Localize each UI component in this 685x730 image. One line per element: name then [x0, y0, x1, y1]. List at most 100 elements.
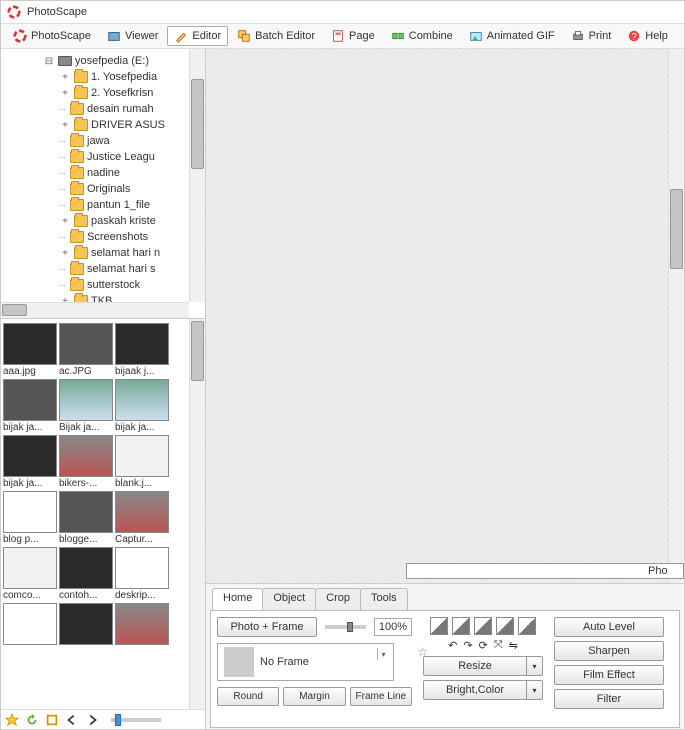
thumbnail-label: bikers-... — [59, 477, 113, 489]
tab-combine[interactable]: Combine — [384, 26, 460, 46]
thumb-size-slider[interactable] — [111, 718, 161, 722]
favorite-icon[interactable]: ☆ — [417, 645, 428, 659]
tab-viewer[interactable]: Viewer — [100, 26, 165, 46]
bright-color-button[interactable]: Bright,Color▾ — [423, 680, 543, 700]
thumbnail[interactable]: blog p... — [3, 491, 57, 545]
expand-icon[interactable]: + — [59, 120, 71, 131]
gif-icon — [469, 29, 483, 43]
tree-vscrollbar[interactable] — [189, 49, 205, 302]
editor-canvas[interactable]: Pho — [206, 49, 684, 584]
tree-item[interactable]: Justice Leagu — [87, 151, 155, 163]
expand-icon[interactable]: + — [59, 88, 71, 99]
tree-item[interactable]: jawa — [87, 135, 110, 147]
tab-animated-gif[interactable]: Animated GIF — [462, 26, 562, 46]
tab-page[interactable]: Page — [324, 26, 382, 46]
tab-help[interactable]: ?Help — [620, 26, 675, 46]
thumbnail[interactable]: comco... — [3, 547, 57, 601]
tree-item[interactable]: 1. Yosefpedia — [91, 71, 157, 83]
tree-item[interactable]: selamat hari n — [91, 247, 160, 259]
effect-icon[interactable] — [474, 617, 492, 635]
collapse-icon[interactable]: ⊟ — [43, 56, 55, 67]
undo-icon[interactable]: ↶ — [448, 639, 457, 652]
thumbnail[interactable]: deskrip... — [115, 547, 169, 601]
canvas-vscrollbar[interactable] — [668, 49, 684, 583]
viewer-icon — [107, 29, 121, 43]
expand-icon[interactable]: + — [59, 72, 71, 83]
tree-item[interactable]: desain rumah — [87, 103, 154, 115]
refresh-icon[interactable] — [45, 713, 59, 727]
thumbnail-label — [59, 645, 113, 646]
redo-icon[interactable]: ↷ — [463, 639, 472, 652]
tree-item[interactable]: sutterstock — [87, 279, 140, 291]
folder-icon — [70, 183, 84, 195]
expand-icon[interactable]: + — [59, 216, 71, 227]
thumbnail[interactable] — [3, 603, 57, 646]
effect-icon[interactable] — [430, 617, 448, 635]
tree-item[interactable]: DRIVER ASUS — [91, 119, 165, 131]
thumbnail[interactable]: bijak ja... — [115, 379, 169, 433]
thumbnail[interactable]: bijak ja... — [3, 379, 57, 433]
thumbnail-label — [115, 645, 169, 646]
flip-icon[interactable]: ⤧ — [494, 639, 503, 652]
chevron-down-icon[interactable]: ▾ — [377, 648, 389, 660]
thumbnail[interactable]: blogge... — [59, 491, 113, 545]
tree-item[interactable]: Screenshots — [87, 231, 148, 243]
app-icon — [13, 29, 27, 43]
panel-tab-tools[interactable]: Tools — [360, 588, 408, 610]
tree-item[interactable]: paskah kriste — [91, 215, 156, 227]
tab-photoscape[interactable]: PhotoScape — [6, 26, 98, 46]
tab-batch-editor[interactable]: Batch Editor — [230, 26, 322, 46]
effect-icon[interactable] — [452, 617, 470, 635]
zoom-slider[interactable] — [325, 625, 366, 629]
frame-selector[interactable]: No Frame ▾ — [217, 643, 394, 681]
thumbnail[interactable]: Captur... — [115, 491, 169, 545]
filter-button[interactable]: Filter — [554, 689, 664, 709]
round-button[interactable]: Round — [217, 687, 279, 706]
tree-item[interactable]: pantun 1_file — [87, 199, 150, 211]
resize-button[interactable]: Resize▾ — [423, 656, 543, 676]
expand-icon[interactable]: + — [59, 248, 71, 259]
thumbnail[interactable] — [115, 603, 169, 646]
tab-print[interactable]: Print — [564, 26, 619, 46]
margin-button[interactable]: Margin — [283, 687, 345, 706]
thumbnail[interactable]: bijaak j... — [115, 323, 169, 377]
zoom-value[interactable]: 100% — [374, 618, 412, 636]
panel-tab-home[interactable]: Home — [212, 588, 263, 610]
mirror-icon[interactable]: ⇋ — [509, 639, 518, 652]
tree-hscrollbar[interactable] — [1, 302, 189, 318]
thumbnail[interactable]: Bijak ja... — [59, 379, 113, 433]
effect-icon[interactable] — [496, 617, 514, 635]
tree-item[interactable]: nadine — [87, 167, 120, 179]
chevron-down-icon[interactable]: ▾ — [527, 656, 543, 676]
film-effect-button[interactable]: Film Effect — [554, 665, 664, 685]
panel-tab-object[interactable]: Object — [262, 588, 316, 610]
canvas-info-box — [406, 563, 666, 579]
effect-icon[interactable] — [518, 617, 536, 635]
sharpen-button[interactable]: Sharpen — [554, 641, 664, 661]
chevron-down-icon[interactable]: ▾ — [527, 680, 543, 700]
rotate-icon[interactable] — [25, 713, 39, 727]
tree-item[interactable]: Originals — [87, 183, 130, 195]
tree-item[interactable]: 2. Yosefkrisn — [91, 87, 153, 99]
panel-tab-crop[interactable]: Crop — [315, 588, 361, 610]
arrow-right-icon[interactable] — [85, 713, 99, 727]
arrow-left-icon[interactable] — [65, 713, 79, 727]
frameline-button[interactable]: Frame Line — [350, 687, 412, 706]
thumbnail[interactable]: bijak ja... — [3, 435, 57, 489]
thumbnail[interactable]: contoh... — [59, 547, 113, 601]
folder-icon — [70, 135, 84, 147]
thumbnail[interactable] — [59, 603, 113, 646]
auto-level-button[interactable]: Auto Level — [554, 617, 664, 637]
tree-root-label[interactable]: yosefpedia (E:) — [75, 55, 149, 67]
thumbnail[interactable]: bikers-... — [59, 435, 113, 489]
tab-editor[interactable]: Editor — [167, 26, 228, 46]
thumbnail[interactable]: aaa.jpg — [3, 323, 57, 377]
folder-tree[interactable]: ⊟ yosefpedia (E:) +1. Yosefpedia +2. Yose… — [1, 49, 205, 319]
star-icon[interactable] — [5, 713, 19, 727]
tree-item[interactable]: selamat hari s — [87, 263, 155, 275]
photo-frame-button[interactable]: Photo + Frame — [217, 617, 317, 637]
thumbnail[interactable]: ac.JPG — [59, 323, 113, 377]
thumbs-vscrollbar[interactable] — [189, 319, 205, 709]
rotate-icon[interactable]: ⟳ — [479, 639, 488, 652]
thumbnail[interactable]: blank.j... — [115, 435, 169, 489]
